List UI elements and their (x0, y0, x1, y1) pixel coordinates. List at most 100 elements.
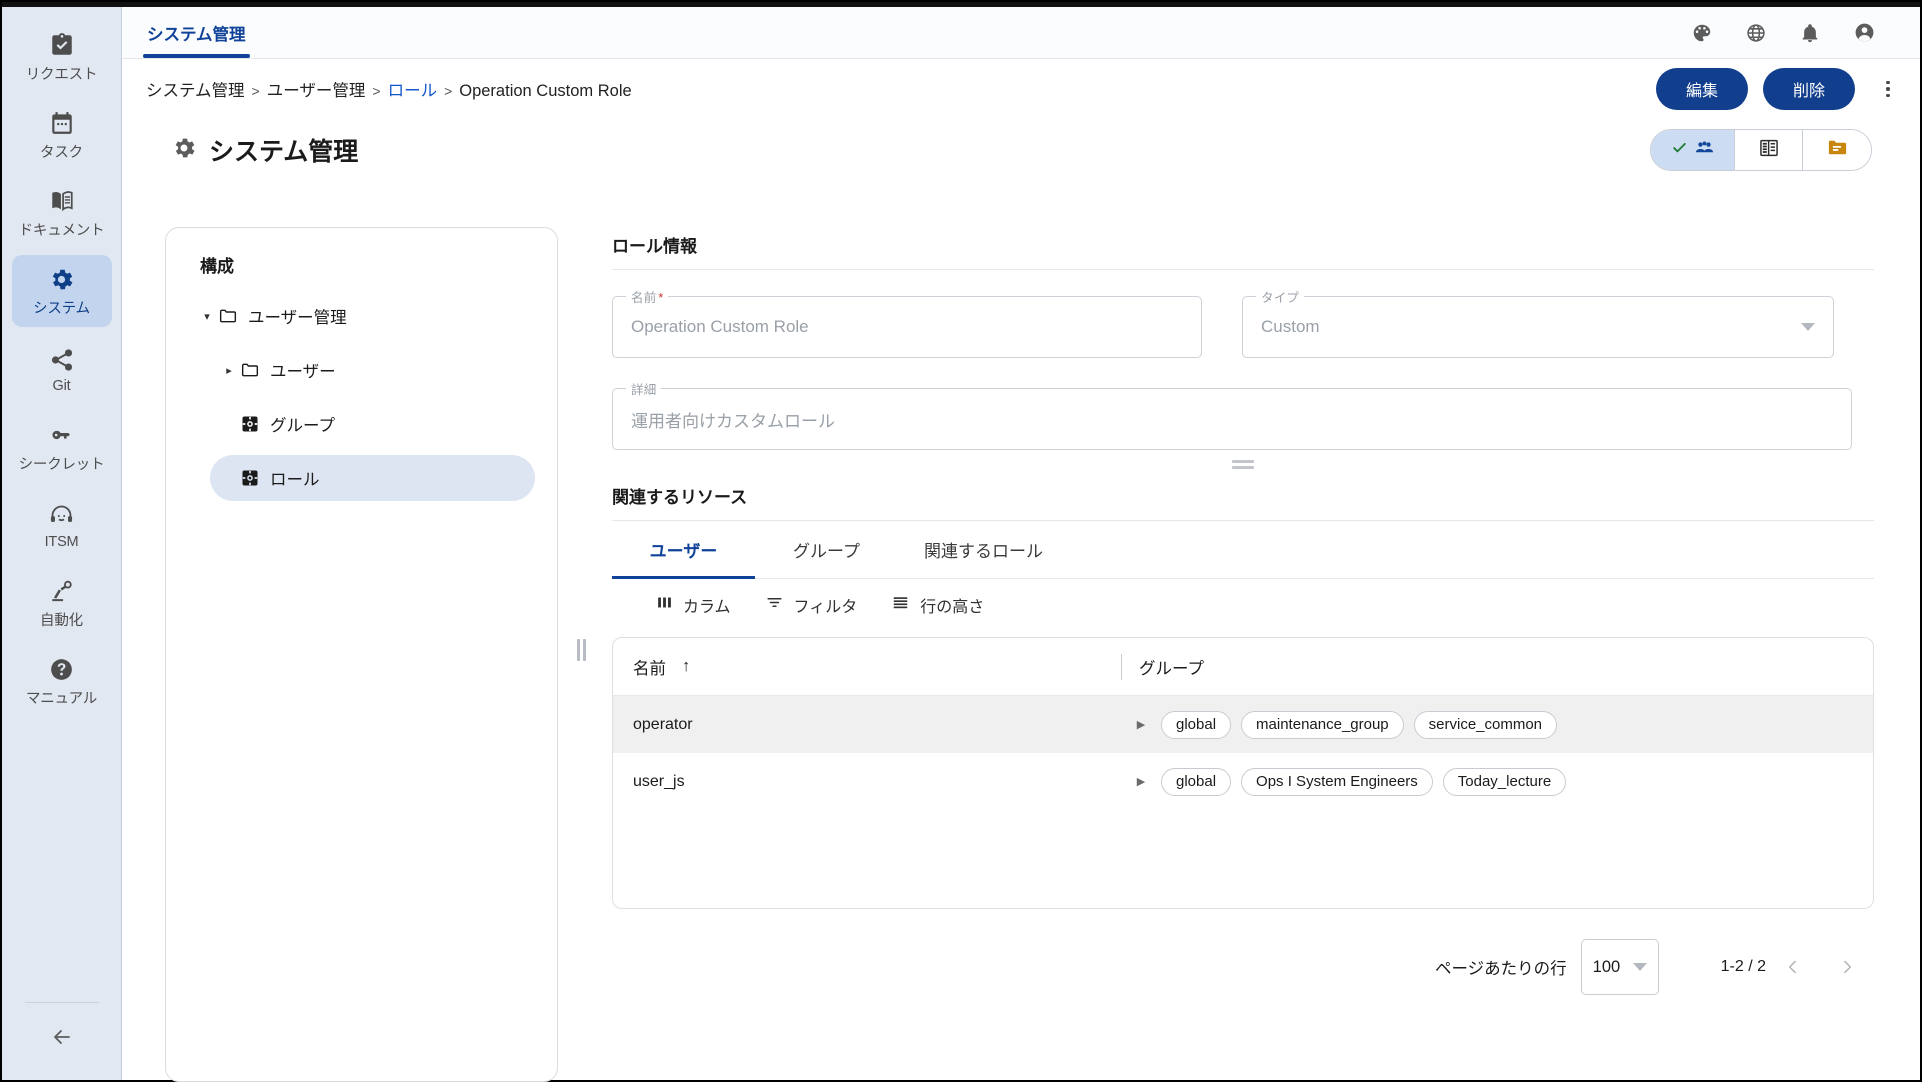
page-action-group: 編集 削除 (1656, 68, 1920, 110)
next-page-button[interactable] (1820, 957, 1874, 977)
sort-ascending-icon[interactable]: ↑ (682, 657, 690, 676)
sidebar-item-itsm[interactable]: ITSM (12, 489, 112, 561)
column-header-name-label: 名前 (633, 659, 666, 678)
settings-square-icon (240, 414, 266, 434)
tree-node-groups[interactable]: グループ (210, 401, 535, 447)
breadcrumb-item-0[interactable]: システム管理 (146, 77, 245, 101)
sidebar-item-label: リクエスト (25, 67, 98, 83)
delete-button[interactable]: 削除 (1763, 68, 1855, 110)
sidebar-item-label: 自動化 (40, 613, 83, 629)
cell-groups: global maintenance_group service_common (1161, 710, 1558, 739)
sidebar-item-document[interactable]: ドキュメント (12, 177, 112, 249)
view-toggle-folder[interactable] (1803, 130, 1871, 170)
previous-page-button[interactable] (1766, 957, 1820, 977)
share-icon (49, 345, 75, 375)
sidebar-divider (24, 1002, 99, 1003)
tab-system-management[interactable]: システム管理 (143, 7, 250, 58)
sidebar-item-label: システム (33, 301, 90, 317)
page-title-row: システム管理 (123, 118, 1920, 182)
group-chip[interactable]: global (1161, 767, 1232, 796)
role-type-select[interactable]: Custom (1242, 296, 1834, 358)
columns-button[interactable]: カラム (656, 593, 731, 617)
filter-button[interactable]: フィルタ (765, 593, 857, 617)
sidebar-item-git[interactable]: Git (12, 333, 112, 405)
breadcrumb-separator: > (444, 83, 453, 99)
columns-icon (656, 594, 673, 616)
group-chip[interactable]: Ops I System Engineers (1241, 767, 1433, 796)
palette-icon[interactable] (1691, 22, 1713, 44)
gear-icon (171, 135, 197, 166)
table-row[interactable]: operator ▶ global maintenance_group serv… (613, 696, 1873, 753)
table-header-row: 名前 ↑ グループ (613, 638, 1873, 696)
tab-related-roles[interactable]: 関連するロール (898, 521, 1069, 578)
rows-per-page-value: 100 (1592, 957, 1621, 976)
role-type-label: タイプ (1256, 287, 1305, 306)
role-name-field[interactable]: 名前 * Operation Custom Role (612, 287, 1202, 358)
sidebar-collapse-back-arrow-icon[interactable] (50, 1025, 74, 1054)
role-detail-field[interactable]: 詳細 運用者向けカスタムロール (612, 379, 1852, 450)
tab-users[interactable]: ユーザー (612, 521, 755, 579)
chevron-down-icon[interactable]: ▾ (196, 310, 218, 323)
sidebar-item-secret[interactable]: シークレット (12, 411, 112, 483)
expand-row-icon[interactable]: ▶ (1121, 718, 1161, 731)
sidebar-item-label: ドキュメント (18, 223, 105, 239)
sidebar-item-automation[interactable]: 自動化 (12, 567, 112, 639)
group-chip[interactable]: Today_lecture (1442, 767, 1567, 796)
group-chip[interactable]: maintenance_group (1241, 710, 1404, 739)
tree-node-user-management[interactable]: ▾ ユーザー管理 (188, 293, 535, 339)
breadcrumb: システム管理 > ユーザー管理 > ロール > Operation Custom… (146, 77, 632, 101)
role-info-section-title: ロール情報 (612, 232, 1874, 270)
breadcrumb-bar: システム管理 > ユーザー管理 > ロール > Operation Custom… (123, 60, 1920, 118)
settings-square-icon (240, 468, 266, 488)
chevron-right-icon[interactable]: ▸ (218, 364, 240, 377)
breadcrumb-separator: > (251, 83, 260, 99)
role-type-field[interactable]: タイプ Custom (1242, 287, 1834, 358)
role-name-value[interactable]: Operation Custom Role (612, 296, 1202, 358)
cell-name: user_js (633, 772, 685, 790)
sidebar-item-task[interactable]: タスク (12, 99, 112, 171)
expand-row-icon[interactable]: ▶ (1121, 775, 1161, 788)
role-detail-value[interactable]: 運用者向けカスタムロール (612, 388, 1852, 450)
account-icon[interactable] (1853, 21, 1876, 44)
sidebar-item-label: Git (52, 377, 71, 394)
globe-icon[interactable] (1745, 22, 1767, 44)
column-header-group[interactable]: グループ (1122, 655, 1204, 679)
tab-groups[interactable]: グループ (755, 521, 898, 578)
tree-node-label: グループ (270, 417, 336, 435)
bell-icon[interactable] (1799, 22, 1821, 44)
view-toggle-users[interactable] (1651, 130, 1735, 170)
role-name-label: 名前 * (626, 287, 669, 306)
edit-button[interactable]: 編集 (1656, 68, 1748, 110)
check-icon (1671, 139, 1688, 161)
calendar-icon (49, 108, 75, 138)
column-header-name[interactable]: 名前 ↑ (613, 655, 1121, 679)
related-users-table: 名前 ↑ グループ operator ▶ global maintenance_… (612, 637, 1874, 909)
group-chip[interactable]: service_common (1413, 710, 1558, 739)
tab-label: システム管理 (147, 25, 246, 44)
sidebar-item-manual[interactable]: マニュアル (12, 645, 112, 717)
sidebar-item-request[interactable]: リクエスト (12, 21, 112, 93)
more-options-icon[interactable] (1874, 80, 1902, 98)
row-density-button[interactable]: 行の高さ (891, 593, 984, 617)
related-resources-section-title: 関連するリソース (612, 483, 1874, 521)
table-row[interactable]: user_js ▶ global Ops I System Engineers … (613, 753, 1873, 810)
chevron-down-icon (1632, 963, 1647, 971)
tree-node-users[interactable]: ▸ ユーザー (210, 347, 535, 393)
breadcrumb-item-1[interactable]: ユーザー管理 (267, 77, 366, 101)
tree-node-roles[interactable]: ロール (210, 455, 535, 501)
sidebar-item-system[interactable]: システム (11, 255, 112, 327)
view-toggle-org[interactable] (1735, 130, 1803, 170)
textarea-resize-handle[interactable] (1232, 460, 1254, 469)
group-chip[interactable]: global (1161, 710, 1232, 739)
role-detail-pane: ロール情報 名前 * Operation Custom Role タイプ Cust… (612, 232, 1874, 995)
pagination-range: 1-2 / 2 (1720, 958, 1766, 975)
sidebar-item-label: マニュアル (25, 691, 98, 707)
breadcrumb-item-2[interactable]: ロール (388, 77, 438, 101)
chevron-down-icon[interactable] (1801, 323, 1815, 331)
panel-splitter-handle[interactable] (577, 639, 589, 661)
rows-per-page-select[interactable]: 100 (1580, 939, 1659, 995)
configuration-tree-panel: 構成 ▾ ユーザー管理 ▸ ユーザー グループ ロール (165, 227, 558, 1082)
columns-label: カラム (683, 599, 731, 616)
gear-icon (48, 264, 75, 294)
header-icon-group (1691, 21, 1920, 44)
